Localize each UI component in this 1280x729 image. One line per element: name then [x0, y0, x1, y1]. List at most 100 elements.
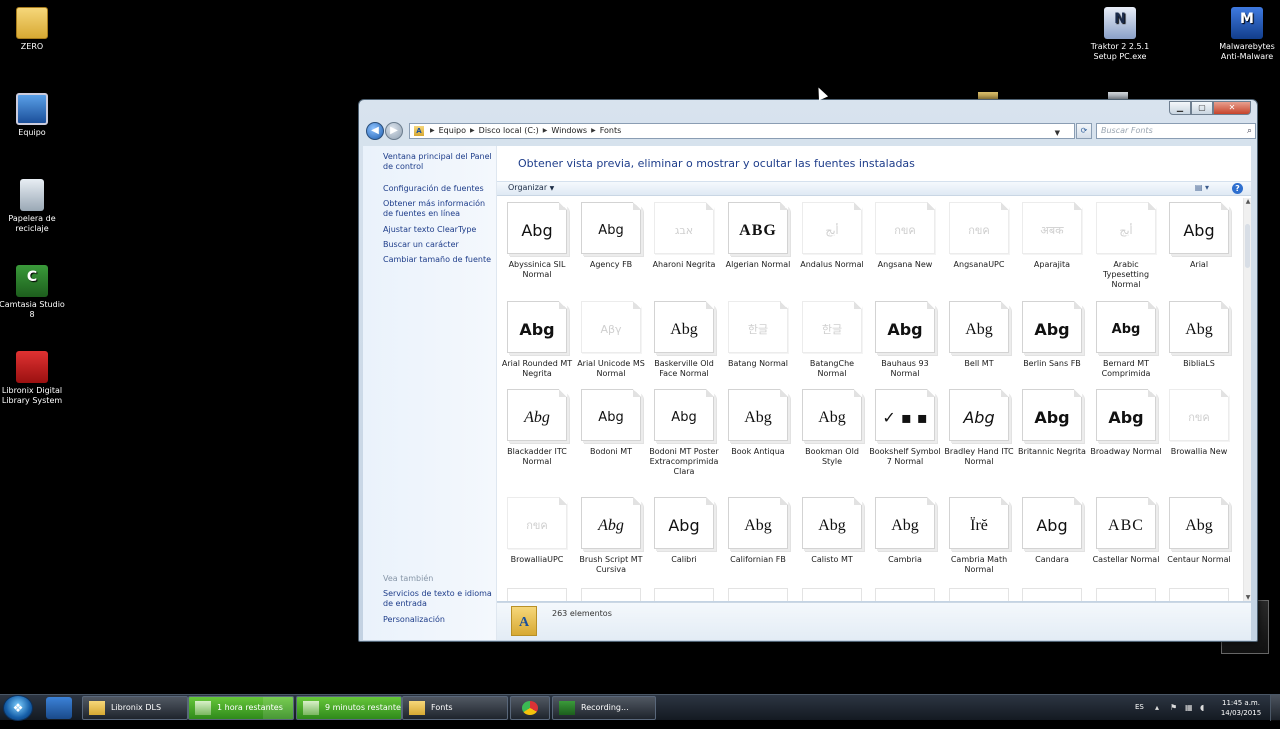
- vertical-scrollbar[interactable]: ▲ ▼: [1243, 198, 1251, 601]
- font-item[interactable]: Abg Berlin Sans FB: [1016, 301, 1088, 369]
- font-item-partial[interactable]: [728, 588, 788, 601]
- font-item[interactable]: אבג Aharoni Negrita: [648, 202, 720, 270]
- refresh-button[interactable]: ⟳: [1076, 123, 1092, 139]
- font-item[interactable]: Abg Centaur Normal: [1163, 497, 1235, 565]
- taskbar-fonts[interactable]: Fonts: [402, 696, 508, 720]
- font-item[interactable]: أبج Arabic Typesetting Normal: [1090, 202, 1162, 290]
- task-get-more-fonts[interactable]: Obtener más información de fuentes en lí…: [383, 199, 493, 219]
- font-item[interactable]: Abg Bookman Old Style: [796, 389, 868, 467]
- font-item[interactable]: กขค Browallia New: [1163, 389, 1235, 457]
- font-item[interactable]: ✓ ▪ ▪ Bookshelf Symbol 7 Normal: [869, 389, 941, 467]
- font-item[interactable]: Abg Bauhaus 93 Normal: [869, 301, 941, 379]
- font-item[interactable]: กขค BrowalliaUPC: [501, 497, 573, 565]
- font-item-partial[interactable]: [875, 588, 935, 601]
- font-item[interactable]: Abg Bodoni MT Poster Extracomprimida Clar…: [648, 389, 720, 477]
- font-item-partial[interactable]: [581, 588, 641, 601]
- font-item[interactable]: ABC Castellar Normal: [1090, 497, 1162, 565]
- desktop-icon-zero[interactable]: ZERO: [0, 7, 67, 52]
- font-item-partial[interactable]: [507, 588, 567, 601]
- taskbar-libronix[interactable]: Libronix DLS: [82, 696, 188, 720]
- desktop-icon-recycle-bin[interactable]: Papelera de reciclaje: [0, 179, 67, 234]
- desktop-icon-traktor[interactable]: N Traktor 2 2.5.1 Setup PC.exe: [1085, 7, 1155, 62]
- chevron-down-icon[interactable]: ▼: [1055, 126, 1060, 140]
- scroll-thumb[interactable]: [1245, 224, 1250, 268]
- font-item[interactable]: ABG Algerian Normal: [722, 202, 794, 270]
- show-hidden-icons-icon[interactable]: ▴: [1155, 704, 1163, 712]
- address-bar[interactable]: A ▶ Equipo ▶ Disco local (C:) ▶ Windows …: [409, 123, 1075, 139]
- font-item[interactable]: Ïrĕ Cambria Math Normal: [943, 497, 1015, 575]
- task-font-settings[interactable]: Configuración de fuentes: [383, 184, 493, 194]
- font-item[interactable]: 한글 Batang Normal: [722, 301, 794, 369]
- font-item[interactable]: أبج Andalus Normal: [796, 202, 868, 270]
- font-item[interactable]: Abg Baskerville Old Face Normal: [648, 301, 720, 379]
- desktop-icon-malwarebytes[interactable]: M Malwarebytes Anti-Malware: [1212, 7, 1280, 62]
- network-icon[interactable]: ▦: [1185, 704, 1193, 712]
- organize-button[interactable]: Organizar ▼: [508, 183, 554, 192]
- font-item[interactable]: Abg Agency FB: [575, 202, 647, 270]
- breadcrumb-equipo[interactable]: Equipo: [439, 124, 466, 138]
- desktop-icon-libronix[interactable]: Libronix Digital Library System: [0, 351, 67, 406]
- task-text-services[interactable]: Servicios de texto e idioma de entrada: [383, 589, 493, 609]
- font-item[interactable]: Abg Abyssinica SIL Normal: [501, 202, 573, 280]
- font-item[interactable]: Abg Bradley Hand ITC Normal: [943, 389, 1015, 467]
- font-item-partial[interactable]: [1022, 588, 1082, 601]
- font-item[interactable]: Abg Bernard MT Comprimida: [1090, 301, 1162, 379]
- font-item[interactable]: Abg Calisto MT: [796, 497, 868, 565]
- font-item[interactable]: Αβγ Arial Unicode MS Normal: [575, 301, 647, 379]
- start-button[interactable]: ❖: [3, 695, 33, 721]
- search-input[interactable]: Buscar Fonts ⌕: [1096, 123, 1256, 139]
- taskbar-recording[interactable]: Recording...: [552, 696, 656, 720]
- font-item[interactable]: Abg Bodoni MT: [575, 389, 647, 457]
- scroll-down-icon[interactable]: ▼: [1244, 594, 1252, 601]
- font-item[interactable]: Abg Calibri: [648, 497, 720, 565]
- show-desktop-button[interactable]: [1270, 695, 1280, 721]
- font-item[interactable]: Abg Broadway Normal: [1090, 389, 1162, 457]
- font-item[interactable]: กขค AngsanaUPC: [943, 202, 1015, 270]
- help-button[interactable]: ?: [1232, 183, 1243, 194]
- font-item-partial[interactable]: [1169, 588, 1229, 601]
- font-item-partial[interactable]: [1096, 588, 1156, 601]
- task-change-font-size[interactable]: Cambiar tamaño de fuente: [383, 255, 493, 265]
- font-item[interactable]: Abg Book Antiqua: [722, 389, 794, 457]
- task-control-panel-home[interactable]: Ventana principal del Panel de control: [383, 152, 493, 172]
- font-item-partial[interactable]: [949, 588, 1009, 601]
- font-item[interactable]: Abg Candara: [1016, 497, 1088, 565]
- breadcrumb-fonts[interactable]: Fonts: [600, 124, 622, 138]
- font-item[interactable]: 한글 BatangChe Normal: [796, 301, 868, 379]
- maximize-button[interactable]: ▢: [1191, 101, 1213, 115]
- volume-icon[interactable]: ◖: [1200, 704, 1208, 712]
- font-item[interactable]: Abg Britannic Negrita: [1016, 389, 1088, 457]
- task-personalization[interactable]: Personalización: [383, 615, 493, 625]
- clock[interactable]: 11:45 a.m. 14/03/2015: [1218, 698, 1264, 724]
- font-item[interactable]: Abg Bell MT: [943, 301, 1015, 369]
- font-item[interactable]: Abg Cambria: [869, 497, 941, 565]
- font-item[interactable]: Abg Arial: [1163, 202, 1235, 270]
- font-item[interactable]: Abg Blackadder ITC Normal: [501, 389, 573, 467]
- font-item[interactable]: Abg BibliaLS: [1163, 301, 1235, 369]
- taskbar-copy-progress-2[interactable]: 9 minutos restantes: [296, 696, 402, 720]
- desktop-icon-camtasia[interactable]: C Camtasia Studio 8: [0, 265, 67, 320]
- taskbar-copy-progress-1[interactable]: 1 hora restantes: [188, 696, 294, 720]
- scroll-up-icon[interactable]: ▲: [1244, 198, 1252, 205]
- action-center-icon[interactable]: ⚑: [1170, 704, 1178, 712]
- task-cleartype[interactable]: Ajustar texto ClearType: [383, 225, 493, 235]
- font-item[interactable]: अबक Aparajita: [1016, 202, 1088, 270]
- desktop-icon-equipo[interactable]: Equipo: [0, 93, 67, 138]
- font-item[interactable]: Abg Californian FB: [722, 497, 794, 565]
- change-view-button[interactable]: ▤ ▾: [1195, 183, 1209, 192]
- font-item-partial[interactable]: [654, 588, 714, 601]
- back-button[interactable]: ◀: [366, 122, 384, 140]
- breadcrumb-windows[interactable]: Windows: [551, 124, 587, 138]
- taskbar-chrome[interactable]: [510, 696, 550, 720]
- font-item[interactable]: กขค Angsana New: [869, 202, 941, 270]
- forward-button[interactable]: ▶: [385, 122, 403, 140]
- media-player-icon[interactable]: [46, 697, 72, 719]
- language-indicator[interactable]: ES: [1135, 703, 1144, 729]
- task-find-character[interactable]: Buscar un carácter: [383, 240, 493, 250]
- close-button[interactable]: ✕: [1213, 101, 1251, 115]
- breadcrumb-disco-local[interactable]: Disco local (C:): [479, 124, 539, 138]
- font-item[interactable]: Abg Brush Script MT Cursiva: [575, 497, 647, 575]
- font-item[interactable]: Abg Arial Rounded MT Negrita: [501, 301, 573, 379]
- font-item-partial[interactable]: [802, 588, 862, 601]
- minimize-button[interactable]: ▁: [1169, 101, 1191, 115]
